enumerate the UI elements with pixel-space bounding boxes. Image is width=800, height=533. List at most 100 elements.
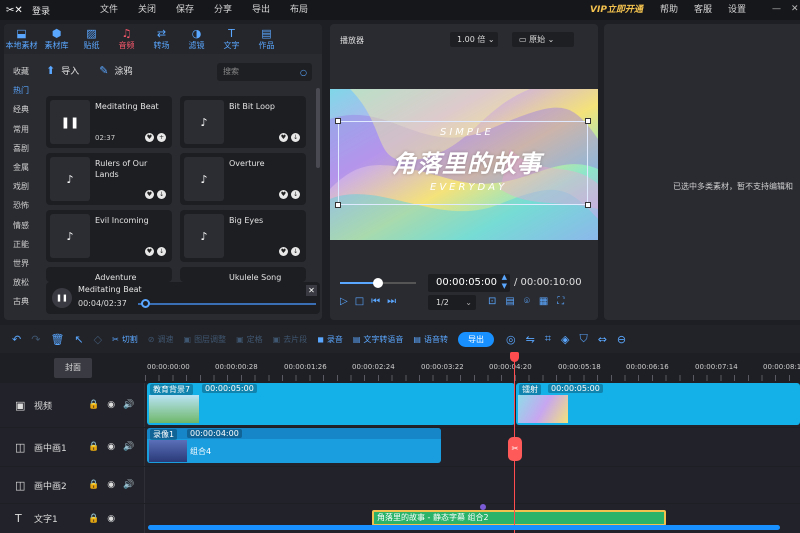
prev-frame-icon[interactable]: ⏮ [371, 296, 380, 307]
tab-text[interactable]: T 文字 [214, 24, 249, 54]
crop-icon[interactable]: ⌗ [545, 332, 551, 346]
favorite-icon[interactable]: ♥ [279, 133, 288, 142]
minimize-icon[interactable]: — [772, 4, 781, 14]
category-drama[interactable]: 戏剧 [4, 177, 38, 196]
close-icon[interactable]: ✕ [306, 285, 317, 296]
add-icon[interactable]: + [157, 133, 166, 142]
favorite-icon[interactable]: ♥ [279, 247, 288, 256]
video-clip[interactable]: 教育背景7 00:00:05:00 [147, 383, 515, 425]
resize-handle[interactable] [335, 118, 341, 124]
keyframe-marker[interactable] [480, 504, 486, 510]
menu-save[interactable]: 保存 [166, 0, 204, 20]
tab-stickers[interactable]: ▨ 贴纸 [74, 24, 109, 54]
audio-card[interactable]: ♪ Big Eyes ♥ ↓ [180, 210, 306, 262]
menu-export[interactable]: 导出 [242, 0, 280, 20]
tab-transitions[interactable]: ⇄ 转场 [144, 24, 179, 54]
category-relax[interactable]: 放松 [4, 273, 38, 292]
music-note-icon[interactable]: ♪ [184, 157, 224, 201]
category-common[interactable]: 常用 [4, 120, 38, 139]
tts-button[interactable]: ▤ 文字转语音 [353, 334, 404, 345]
pip-clip[interactable]: 录像1 00:00:04:00 组合4 [147, 428, 441, 463]
speaker-icon[interactable]: 🔊 [123, 442, 134, 452]
music-note-icon[interactable]: ♪ [50, 214, 90, 258]
mask-icon[interactable]: ◈ [561, 333, 569, 346]
play-icon[interactable]: ▷ [340, 296, 348, 307]
speech-to-text-button[interactable]: ▤ 语音转 [413, 334, 448, 345]
tab-audio[interactable]: ♫ 音频 [109, 24, 144, 54]
category-classical[interactable]: 古典 [4, 292, 38, 311]
next-frame-icon[interactable]: ⏭ [387, 296, 396, 307]
mark-icon[interactable]: ◇ [94, 333, 102, 346]
ratio-select[interactable]: ▭ 原始 ⌄ [512, 32, 574, 47]
remove-segment-button[interactable]: ▣ 去片段 [273, 334, 308, 345]
music-note-icon[interactable]: ♪ [184, 100, 224, 144]
doodle-button[interactable]: 涂鸦 [114, 64, 132, 77]
close-window-icon[interactable]: ✕ [791, 4, 799, 14]
download-icon[interactable]: ↓ [291, 190, 300, 199]
download-icon[interactable]: ↓ [157, 190, 166, 199]
current-time-field[interactable]: 00:00:05:00 ▲ ▼ [428, 273, 510, 292]
library-scrollbar[interactable] [316, 88, 320, 168]
text-clip[interactable]: 角落里的故事 - 静态字幕 组合2 [372, 510, 666, 526]
favorite-icon[interactable]: ♥ [145, 133, 154, 142]
category-comedy[interactable]: 喜剧 [4, 139, 38, 158]
speaker-icon[interactable]: 🔊 [123, 480, 134, 490]
redo-icon[interactable]: ↷ [31, 333, 40, 346]
shield-icon[interactable]: ⛉ [579, 332, 587, 346]
cover-button[interactable]: 封面 [54, 358, 92, 378]
subtitle-icon[interactable]: ▤ [505, 296, 514, 307]
record-button[interactable]: ◼ 录音 [317, 334, 343, 345]
resize-handle[interactable] [335, 202, 341, 208]
eye-icon[interactable]: ◉ [107, 400, 115, 410]
fit-width-icon[interactable]: ⇔ [598, 333, 607, 346]
favorite-icon[interactable]: ♥ [145, 190, 154, 199]
now-playing-progress[interactable] [138, 303, 316, 305]
menu-close[interactable]: 关闭 [128, 0, 166, 20]
playhead-handle[interactable] [510, 352, 519, 362]
fullscreen-icon[interactable]: ⛶ [557, 296, 564, 307]
download-icon[interactable]: ↓ [157, 247, 166, 256]
music-note-icon[interactable]: ♪ [184, 214, 224, 258]
resize-handle[interactable] [585, 202, 591, 208]
stop-icon[interactable]: □ [355, 296, 364, 307]
import-button[interactable]: 导入 [61, 64, 79, 77]
favorite-icon[interactable]: ♥ [279, 190, 288, 199]
favorite-icon[interactable]: ♥ [145, 247, 154, 256]
audio-card[interactable]: Ukulele Song [180, 267, 306, 282]
undo-icon[interactable]: ↶ [12, 333, 21, 346]
mirror-icon[interactable]: ⇋ [526, 333, 535, 346]
audio-card[interactable]: ♪ Rulers of Our Lands ♥ ↓ [46, 153, 172, 205]
download-icon[interactable]: ↓ [291, 133, 300, 142]
freeze-button[interactable]: ▣ 定格 [236, 334, 263, 345]
settings-icon[interactable]: ▦ [539, 296, 548, 307]
volume-handle[interactable] [373, 278, 383, 288]
category-metal[interactable]: 金属 [4, 158, 38, 177]
eye-icon[interactable]: ◉ [107, 480, 115, 490]
fit-icon[interactable]: ⊡ [488, 296, 496, 307]
select-pointer-icon[interactable]: ↖ [74, 333, 83, 346]
category-emotion[interactable]: 情感 [4, 216, 38, 235]
music-note-icon[interactable]: ♪ [50, 157, 90, 201]
speed-button[interactable]: ⊘ 调速 [148, 334, 174, 345]
tab-filters[interactable]: ◑ 滤镜 [179, 24, 214, 54]
menu-settings[interactable]: 设置 [720, 0, 754, 20]
zoom-select[interactable]: 1.00 倍 ⌄ [450, 32, 498, 47]
vip-button[interactable]: VIP立即开通 [590, 0, 643, 20]
import-icon[interactable]: ⬆ [46, 64, 55, 77]
category-horror[interactable]: 恐怖 [4, 196, 38, 215]
menu-layout[interactable]: 布局 [280, 0, 318, 20]
audio-card[interactable]: ♪ Bit Bit Loop ♥ ↓ [180, 96, 306, 148]
search-input[interactable]: 搜索 ○ [217, 63, 312, 81]
eye-icon[interactable]: ◉ [107, 514, 115, 524]
layer-button[interactable]: ▣ 图层调整 [184, 334, 227, 345]
tab-material-library[interactable]: ⬢ 素材库 [39, 24, 74, 54]
cut-button[interactable]: ✂ 切割 [112, 334, 138, 345]
audio-card[interactable]: ❚❚ Meditating Beat 02:37 ♥ + [46, 96, 172, 148]
category-favorites[interactable]: 收藏 [4, 62, 38, 81]
doodle-icon[interactable]: ✎ [99, 64, 108, 77]
stepper-icon[interactable]: ▲ ▼ [502, 273, 507, 291]
audio-sep-icon[interactable]: ◎ [506, 333, 516, 346]
pause-icon[interactable]: ❚❚ [50, 100, 90, 144]
login-button[interactable]: 登录 [32, 4, 50, 17]
menu-service[interactable]: 客服 [686, 0, 720, 20]
